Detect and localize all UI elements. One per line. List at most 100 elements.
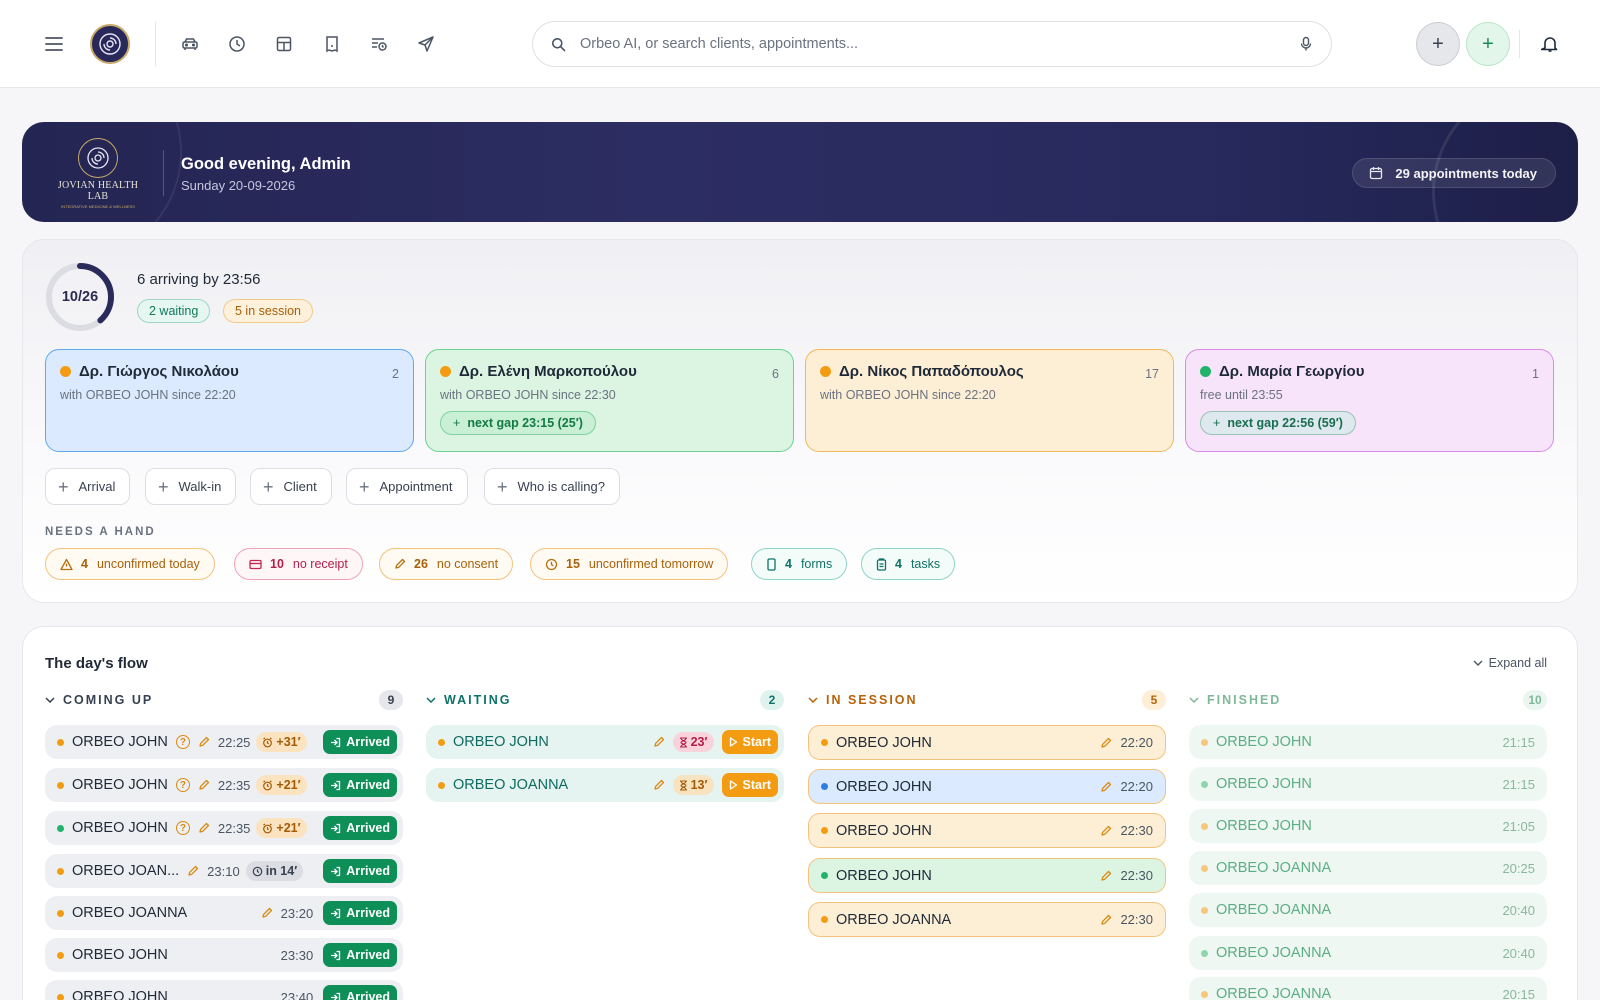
- expand-all-button[interactable]: Expand all: [1473, 656, 1547, 670]
- unconfirmed-tomorrow-pill[interactable]: 15 unconfirmed tomorrow: [530, 548, 729, 580]
- list-item[interactable]: ORBEO JOHN ? 22:35 +21′ Arrived: [45, 811, 403, 845]
- column-count: 10: [1523, 690, 1547, 710]
- pen-icon[interactable]: [1100, 781, 1112, 793]
- appointments-today-pill[interactable]: 29 appointments today: [1352, 158, 1556, 188]
- add-appointment-button[interactable]: +: [1466, 22, 1510, 66]
- list-item[interactable]: ORBEO JOHN 22:20: [808, 769, 1166, 804]
- list-item[interactable]: ORBEO JOHN ? 22:25 +31′ Arrived: [45, 725, 403, 759]
- receipt-icon[interactable]: [318, 30, 346, 58]
- appointment-time: 22:35: [217, 777, 251, 793]
- search-icon: [551, 37, 566, 52]
- question-icon[interactable]: ?: [175, 735, 190, 749]
- late-badge: +31′: [256, 732, 307, 752]
- pen-icon[interactable]: [1100, 914, 1112, 926]
- who-is-calling-button[interactable]: + Who is calling?: [484, 468, 620, 505]
- client-name: ORBEO JOANNA: [1216, 945, 1332, 961]
- question-icon[interactable]: ?: [175, 778, 190, 792]
- arrived-button[interactable]: Arrived: [323, 943, 397, 967]
- next-gap-pill[interactable]: + next gap 22:56 (59′): [1200, 411, 1356, 435]
- column-header[interactable]: IN SESSION 5: [808, 687, 1166, 713]
- arrived-label: Arrived: [346, 778, 390, 792]
- mic-icon[interactable]: [1299, 36, 1313, 52]
- start-button[interactable]: Start: [721, 773, 778, 797]
- menu-icon[interactable]: [40, 30, 68, 58]
- arrived-button[interactable]: Arrived: [323, 773, 397, 797]
- list-item[interactable]: ORBEO JOAN... 23:10 in 14′ Arrived: [45, 854, 403, 888]
- arrived-button[interactable]: Arrived: [323, 730, 397, 754]
- list-item[interactable]: ORBEO JOHN 23:30 Arrived: [45, 938, 403, 972]
- clock-icon: [252, 866, 263, 877]
- no-consent-pill[interactable]: 26 no consent: [379, 548, 514, 580]
- list-item[interactable]: ORBEO JOHN 21:15: [1189, 725, 1547, 759]
- doctor-card[interactable]: Δρ. Μαρία Γεωργίου 1 free until 23:55 + n…: [1185, 349, 1554, 452]
- search-bar[interactable]: [532, 21, 1332, 67]
- pen-icon[interactable]: [198, 736, 210, 748]
- client-button[interactable]: + Client: [250, 468, 332, 505]
- pen-icon[interactable]: [198, 822, 210, 834]
- no-receipt-pill[interactable]: 10 no receipt: [234, 548, 363, 580]
- next-gap-pill[interactable]: + next gap 23:15 (25′): [440, 411, 596, 435]
- list-item[interactable]: ORBEO JOHN 22:30: [808, 858, 1166, 893]
- list-item[interactable]: ORBEO JOANNA 23:20 Arrived: [45, 896, 403, 930]
- start-button[interactable]: Start: [721, 730, 778, 754]
- arrived-button[interactable]: Arrived: [323, 901, 397, 925]
- pen-icon[interactable]: [198, 779, 210, 791]
- walk-in-button[interactable]: + Walk-in: [145, 468, 237, 505]
- list-item[interactable]: ORBEO JOHN 21:15: [1189, 767, 1547, 801]
- pen-icon[interactable]: [1100, 870, 1112, 882]
- list-item[interactable]: ORBEO JOHN 21:05: [1189, 809, 1547, 843]
- pen-icon[interactable]: [653, 736, 665, 748]
- bell-icon[interactable]: [1536, 30, 1564, 58]
- list-item[interactable]: ORBEO JOHN 23:40 Arrived: [45, 980, 403, 1000]
- tasks-pill[interactable]: 4 tasks: [861, 548, 956, 580]
- pen-icon[interactable]: [1100, 737, 1112, 749]
- list-clock-icon[interactable]: [365, 30, 393, 58]
- waiting-pill[interactable]: 2 waiting: [137, 299, 211, 323]
- list-item[interactable]: ORBEO JOHN 22:30: [808, 813, 1166, 848]
- doctor-card[interactable]: Δρ. Ελένη Μαρκοπούλου 6 with ORBEO JOHN …: [425, 349, 794, 452]
- arrived-button[interactable]: Arrived: [323, 859, 397, 883]
- pen-icon[interactable]: [261, 907, 273, 919]
- arrived-button[interactable]: Arrived: [323, 985, 397, 1000]
- clock-icon[interactable]: [223, 30, 251, 58]
- car-icon[interactable]: [176, 30, 204, 58]
- add-button[interactable]: +: [1416, 22, 1460, 66]
- list-item[interactable]: ORBEO JOANNA 20:25: [1189, 851, 1547, 885]
- doctor-card[interactable]: Δρ. Νίκος Παπαδόπουλος 17 with ORBEO JOH…: [805, 349, 1174, 452]
- pill-count: 4: [895, 557, 902, 571]
- doctor-name: Δρ. Νίκος Παπαδόπουλος: [839, 363, 1024, 380]
- forms-pill[interactable]: 4 forms: [751, 548, 848, 580]
- arrived-button[interactable]: Arrived: [323, 816, 397, 840]
- pen-icon[interactable]: [653, 779, 665, 791]
- search-input[interactable]: [580, 36, 1299, 52]
- logo-icon[interactable]: [90, 24, 130, 64]
- overview-panel: 10/26 6 arriving by 23:56 2 waiting 5 in…: [22, 239, 1578, 603]
- status-dot: [57, 824, 64, 832]
- appointment-time: 23:30: [280, 947, 314, 963]
- list-item[interactable]: ORBEO JOHN ? 22:35 +21′ Arrived: [45, 768, 403, 802]
- client-name: ORBEO JOHN: [1216, 818, 1312, 834]
- list-item[interactable]: ORBEO JOANNA 13′ Start: [426, 768, 784, 802]
- column-count: 2: [760, 690, 784, 710]
- appointment-button[interactable]: + Appointment: [346, 468, 468, 505]
- pen-icon[interactable]: [187, 865, 199, 877]
- send-icon[interactable]: [412, 30, 440, 58]
- list-item[interactable]: ORBEO JOANNA 20:15: [1189, 977, 1547, 1000]
- column-header[interactable]: WAITING 2: [426, 687, 784, 713]
- list-item[interactable]: ORBEO JOHN 23′ Start: [426, 725, 784, 759]
- question-icon[interactable]: ?: [175, 821, 190, 835]
- arrival-button[interactable]: + Arrival: [45, 468, 131, 505]
- column-header[interactable]: COMING UP 9: [45, 687, 403, 713]
- list-item[interactable]: ORBEO JOHN 22:20: [808, 725, 1166, 760]
- column-header[interactable]: FINISHED 10: [1189, 687, 1547, 713]
- list-item[interactable]: ORBEO JOANNA 20:40: [1189, 936, 1547, 970]
- doctor-card[interactable]: Δρ. Γιώργος Νικολάου 2 with ORBEO JOHN s…: [45, 349, 414, 452]
- list-item[interactable]: ORBEO JOANNA 22:30: [808, 902, 1166, 937]
- pen-icon[interactable]: [1100, 825, 1112, 837]
- status-dot: [821, 872, 828, 879]
- doctor-name: Δρ. Μαρία Γεωργίου: [1219, 363, 1365, 380]
- in-session-pill[interactable]: 5 in session: [223, 299, 314, 323]
- unconfirmed-today-pill[interactable]: 4 unconfirmed today: [45, 548, 215, 580]
- layout-icon[interactable]: [270, 30, 298, 58]
- list-item[interactable]: ORBEO JOANNA 20:40: [1189, 893, 1547, 927]
